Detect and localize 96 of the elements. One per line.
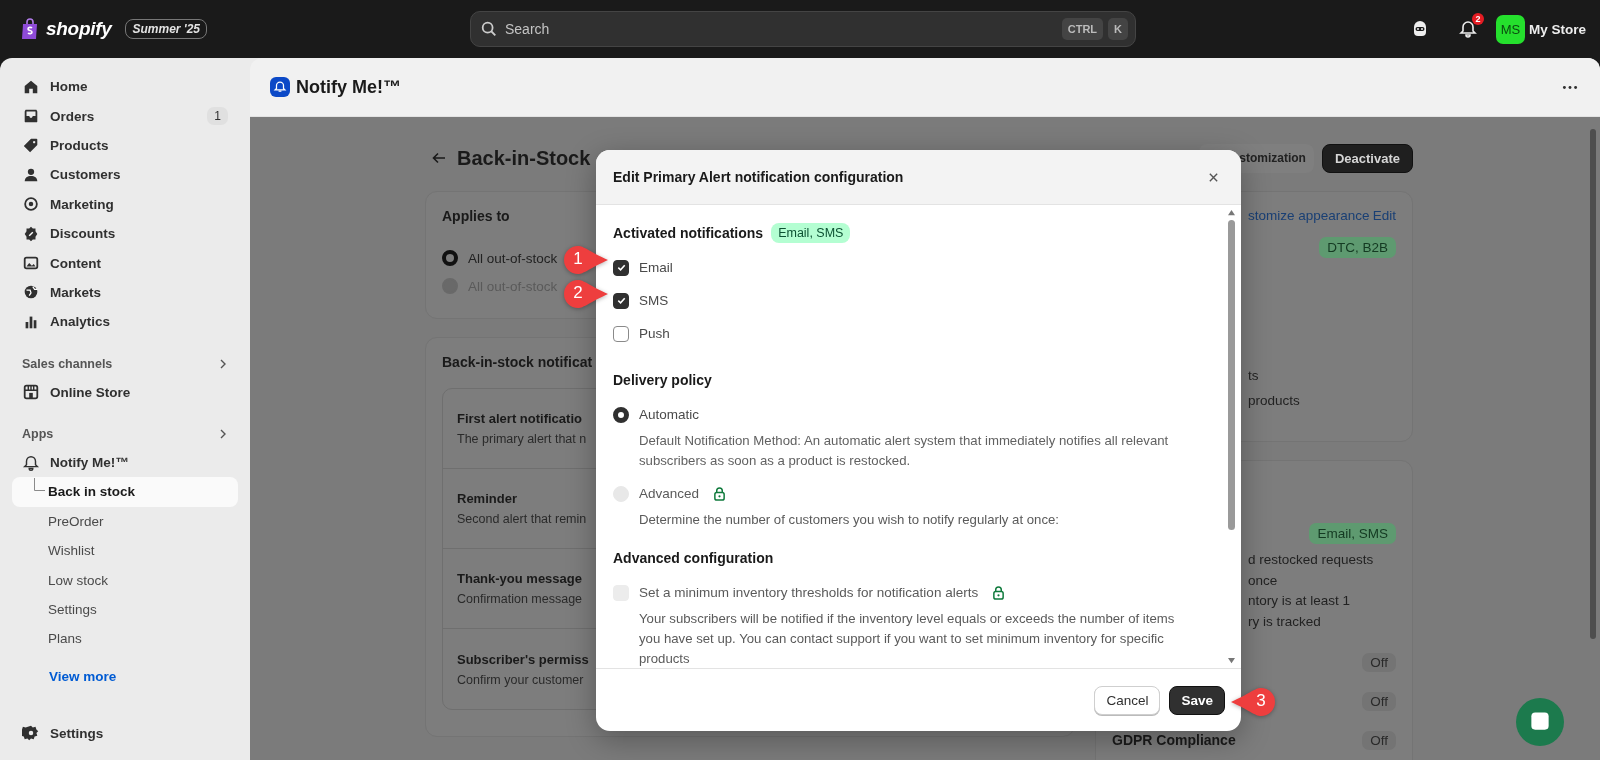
item-description: The primary alert that n bbox=[457, 432, 587, 446]
modal-title: Edit Primary Alert notification configuration bbox=[613, 169, 904, 185]
nav-item[interactable]: Marketing bbox=[12, 189, 238, 219]
summary-text: ry is tracked bbox=[1248, 612, 1321, 631]
chevron-right-icon[interactable] bbox=[218, 429, 228, 440]
radio-label: Automatic bbox=[639, 407, 700, 422]
bell-logo-icon bbox=[270, 77, 290, 97]
shortcut-key: K bbox=[1108, 18, 1128, 40]
bell-icon bbox=[22, 453, 40, 472]
nav-item[interactable]: Markets bbox=[12, 277, 238, 308]
nav-item[interactable]: Low stock bbox=[12, 565, 238, 595]
nav-item[interactable]: Discounts bbox=[12, 218, 238, 249]
chat-button-icon[interactable] bbox=[1516, 698, 1564, 746]
chevron-right-icon[interactable] bbox=[218, 359, 228, 369]
card-title: Back-in-stock notificat bbox=[442, 354, 594, 370]
nav-item[interactable]: Content bbox=[12, 248, 238, 278]
nav-item[interactable]: Back in stock bbox=[12, 477, 238, 507]
checkbox[interactable] bbox=[613, 292, 629, 309]
item-description: Confirm your customer bbox=[457, 672, 584, 687]
status-badge: Off bbox=[1362, 691, 1396, 711]
section-title: Delivery policy bbox=[613, 372, 712, 388]
nav-item[interactable]: Settings bbox=[12, 718, 238, 748]
nav-item[interactable]: Products bbox=[12, 130, 238, 161]
summary-text: ntory is at least 1 bbox=[1248, 592, 1351, 610]
checkmark-icon bbox=[615, 262, 627, 273]
radio-button[interactable] bbox=[613, 406, 629, 423]
item-description: Second alert that remin bbox=[457, 512, 587, 526]
status-badge: Email, SMS bbox=[1309, 523, 1396, 544]
checkbox-label: Set a minimum inventory thresholds for notification alerts bbox=[639, 585, 979, 600]
status-badge: Off bbox=[1362, 652, 1396, 672]
summary-text: ts bbox=[1248, 367, 1259, 385]
item-title: Subscriber's permiss bbox=[457, 651, 589, 667]
shortcut-key: CTRL bbox=[1061, 18, 1104, 40]
checkbox[interactable] bbox=[613, 259, 629, 276]
item-title: Reminder bbox=[457, 491, 517, 506]
save-button[interactable]: Save bbox=[1169, 685, 1225, 715]
summary-text: once bbox=[1248, 571, 1278, 590]
target-icon bbox=[22, 195, 40, 214]
item-title: First alert notificatio bbox=[457, 411, 582, 426]
card-title: Applies to bbox=[442, 208, 511, 224]
app-title: Notify Me!™ bbox=[296, 76, 402, 98]
view-more-link[interactable]: View more bbox=[12, 661, 238, 691]
checkbox-label: SMS bbox=[639, 293, 669, 308]
count-badge: 1 bbox=[207, 107, 228, 126]
store-name[interactable]: My Store bbox=[1529, 21, 1586, 37]
option-description: Your subscribers will be notified if the inventory level equals or exceeds the number of items you have set up. You can contact support if you want to set minimum inventory for specific products bbox=[639, 610, 1176, 668]
nav-item[interactable]: PreOrder bbox=[12, 506, 238, 537]
section-heading: Apps bbox=[22, 427, 54, 442]
tree-line bbox=[34, 478, 45, 492]
nav-item[interactable]: Notify Me!™ bbox=[12, 447, 238, 478]
radio-label: Advanced bbox=[639, 486, 700, 501]
scroll-down-arrow-icon[interactable] bbox=[1226, 657, 1236, 664]
summary-text: products bbox=[1248, 391, 1300, 410]
setting-label: GDPR Compliance bbox=[1112, 732, 1237, 748]
discount-icon bbox=[22, 224, 40, 243]
more-icon[interactable] bbox=[1562, 84, 1578, 90]
search-icon bbox=[480, 20, 498, 38]
close-icon[interactable] bbox=[1208, 171, 1219, 183]
option-label: All out-of-stock bbox=[468, 250, 558, 266]
store-icon bbox=[22, 383, 40, 402]
section-title: Activated notifications bbox=[613, 225, 764, 241]
settings-icon bbox=[22, 724, 40, 743]
store-avatar[interactable]: MS bbox=[1496, 14, 1525, 44]
option-description: Determine the number of customers you wish to notify regularly at once: bbox=[639, 511, 1060, 529]
checkbox[interactable] bbox=[613, 325, 629, 342]
item-title: Thank-you message bbox=[457, 571, 582, 586]
logo-text: shopify bbox=[46, 18, 112, 40]
checkmark-icon bbox=[615, 295, 627, 306]
summary-text: d restocked requests bbox=[1248, 551, 1374, 569]
nav-item[interactable]: Home bbox=[12, 72, 238, 102]
scroll-up-arrow-icon[interactable] bbox=[1226, 209, 1236, 216]
nav-item[interactable]: Wishlist bbox=[12, 536, 238, 566]
deactivate-button[interactable]: Deactivate bbox=[1321, 143, 1413, 173]
checkbox-label: Push bbox=[639, 326, 670, 341]
page-title: Back-in-Stock bbox=[457, 146, 592, 170]
nav-item[interactable]: Orders 1 bbox=[12, 101, 238, 131]
nav-item[interactable]: Settings bbox=[12, 594, 238, 625]
status-badge: Off bbox=[1362, 730, 1396, 750]
back-arrow-icon[interactable] bbox=[431, 150, 447, 166]
notification-count: 2 bbox=[1471, 13, 1484, 25]
section-title: Advanced configuration bbox=[613, 550, 774, 566]
shopping-bag-logo-icon bbox=[20, 18, 40, 40]
nav-item[interactable]: Online Store bbox=[12, 377, 238, 407]
option-description: Default Notification Method: An automatic alert system that immediately notifies all relevant subscribers as soon as a product is restocked. bbox=[639, 432, 1170, 470]
edition-badge: Summer '25 bbox=[125, 19, 208, 39]
nav-item[interactable]: Analytics bbox=[12, 307, 238, 337]
section-heading: Sales channels bbox=[22, 357, 113, 371]
tag-icon bbox=[22, 136, 40, 155]
status-badge: DTC, B2B bbox=[1319, 237, 1396, 258]
cancel-button[interactable]: Cancel bbox=[1094, 685, 1161, 715]
item-description: Confirmation message bbox=[457, 592, 583, 606]
status-badge: Email, SMS bbox=[771, 223, 851, 243]
radio-button[interactable] bbox=[442, 250, 458, 266]
nav-item[interactable]: Plans bbox=[12, 624, 238, 654]
nav-item[interactable]: Customers bbox=[12, 160, 238, 190]
checkbox-label: Email bbox=[639, 260, 673, 275]
